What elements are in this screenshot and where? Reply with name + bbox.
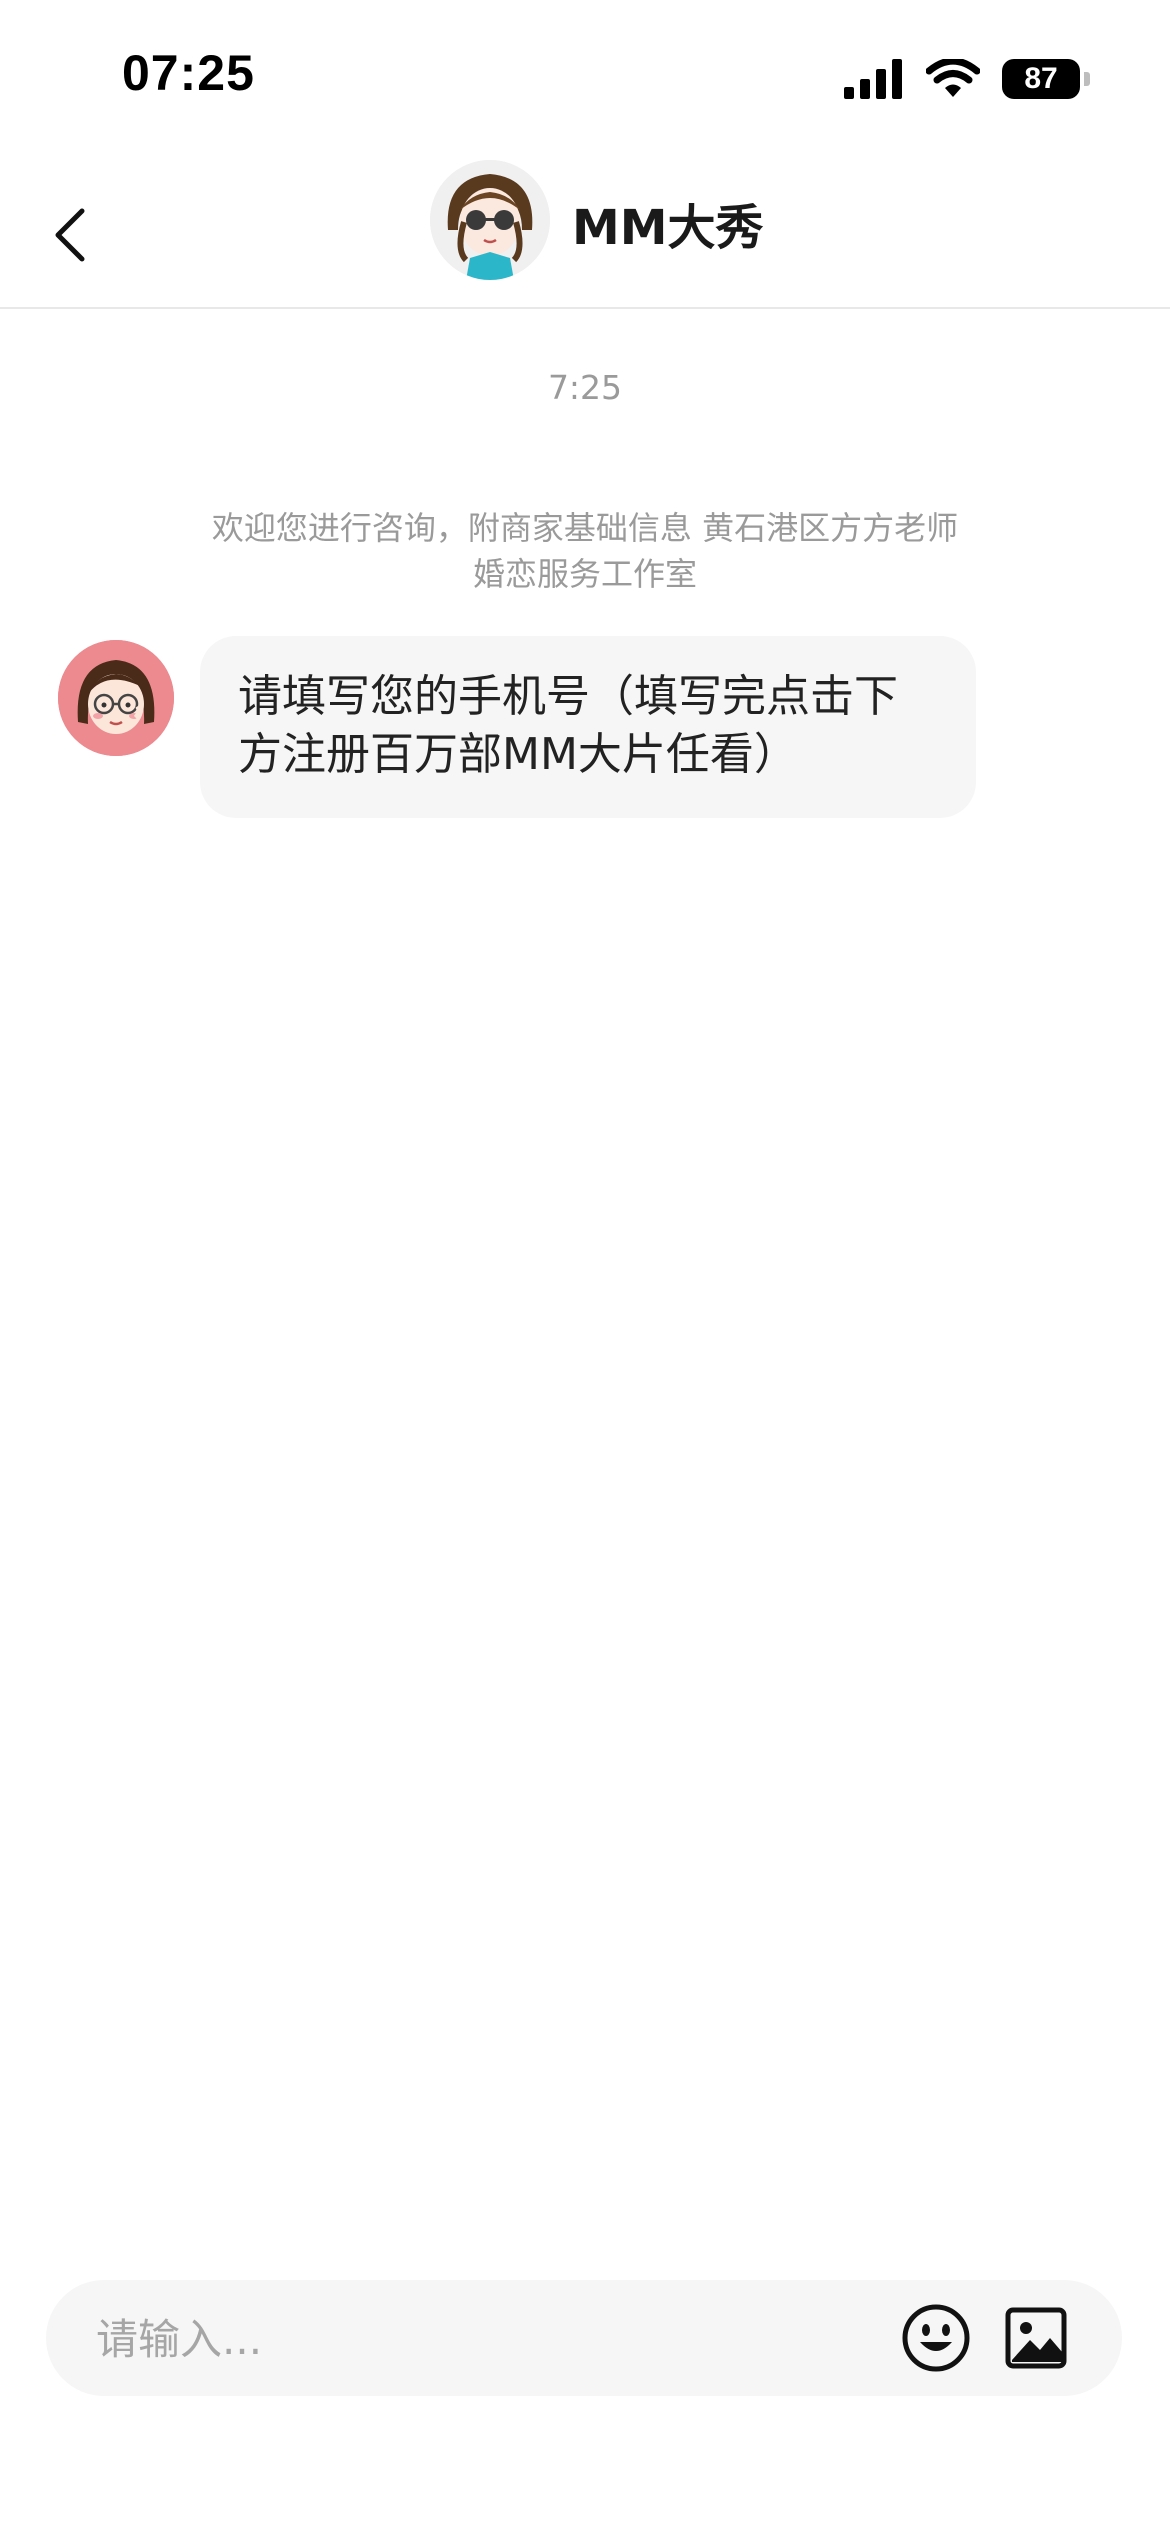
contact-avatar[interactable] — [430, 160, 550, 280]
battery-cap — [1084, 72, 1090, 86]
chat-header: MM大秀 — [0, 150, 1170, 309]
system-notice: 欢迎您进行咨询，附商家基础信息 黄石港区方方老师婚恋服务工作室 — [211, 509, 959, 593]
chevron-left-icon — [55, 208, 85, 262]
input-bar — [46, 2280, 1122, 2396]
contact-name: MM大秀 — [572, 200, 764, 256]
image-button[interactable] — [1000, 2302, 1072, 2374]
battery-indicator: 87 — [1002, 59, 1080, 99]
message-input[interactable] — [94, 2300, 898, 2378]
back-button[interactable] — [44, 205, 100, 265]
status-icons: 87 — [844, 54, 1090, 104]
message-timestamp: 7:25 — [547, 368, 623, 407]
wifi-icon — [926, 59, 980, 97]
sender-avatar[interactable] — [58, 640, 174, 756]
cellular-signal-icon — [844, 59, 902, 99]
smiley-icon — [902, 2304, 970, 2372]
battery-level: 87 — [1024, 62, 1058, 95]
status-time: 07:25 — [122, 45, 255, 101]
message-bubble[interactable]: 请填写您的手机号（填写完点击下方注册百万部MM大片任看） — [200, 636, 976, 818]
cartoon-girl-sunglasses-icon — [430, 160, 550, 280]
emoji-button[interactable] — [900, 2302, 972, 2374]
image-icon — [1005, 2307, 1067, 2369]
cartoon-girl-glasses-icon — [58, 640, 174, 756]
status-bar: 07:25 87 — [0, 0, 1170, 150]
